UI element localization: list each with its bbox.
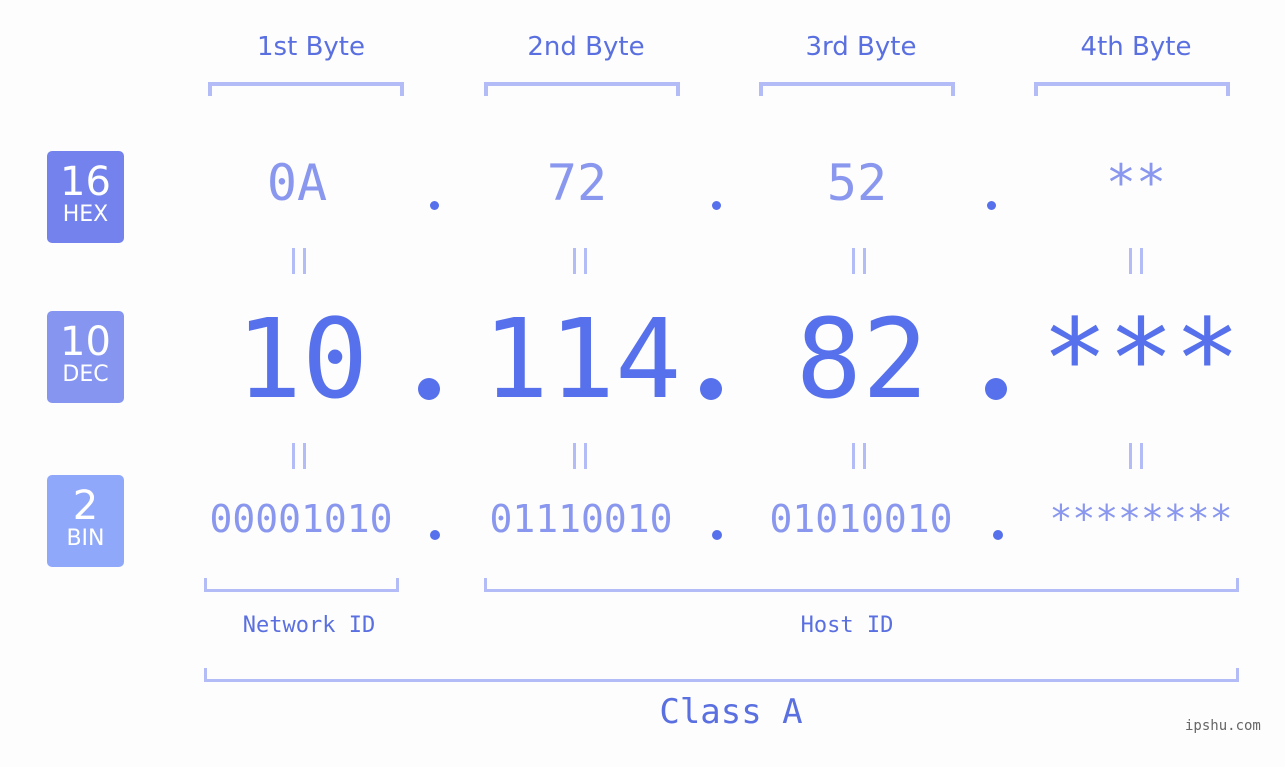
equals-icon bbox=[573, 248, 587, 274]
equals-icon bbox=[292, 443, 306, 469]
equals-icon bbox=[1129, 443, 1143, 469]
bin-separator-dot-2 bbox=[712, 530, 722, 540]
class-label: Class A bbox=[659, 692, 803, 732]
hex-byte-1: 0A bbox=[266, 154, 328, 212]
bin-base-label: BIN bbox=[66, 526, 105, 551]
hex-base-label: HEX bbox=[62, 202, 109, 227]
dec-base-number: 10 bbox=[60, 319, 111, 365]
hex-byte-3: 52 bbox=[826, 154, 888, 212]
dec-base-label: DEC bbox=[62, 362, 109, 387]
byte-label-3: 3rd Byte bbox=[805, 32, 917, 62]
bin-base-number: 2 bbox=[72, 483, 99, 529]
equals-icon bbox=[852, 248, 866, 274]
byte-bracket-4 bbox=[1034, 82, 1230, 96]
bin-badge: 2 BIN bbox=[47, 475, 124, 567]
hex-separator-dot-3 bbox=[987, 201, 996, 210]
byte-bracket-3 bbox=[759, 82, 955, 96]
equals-icon bbox=[573, 443, 587, 469]
byte-bracket-2 bbox=[484, 82, 680, 96]
hex-byte-2: 72 bbox=[546, 154, 608, 212]
host-id-label: Host ID bbox=[800, 613, 894, 638]
hex-byte-4: ** bbox=[1105, 154, 1167, 212]
byte-label-1: 1st Byte bbox=[257, 32, 365, 62]
bin-separator-dot-1 bbox=[430, 530, 440, 540]
network-id-bracket bbox=[204, 578, 399, 592]
dec-byte-2: 114 bbox=[482, 295, 682, 423]
byte-bracket-1 bbox=[208, 82, 404, 96]
class-bracket bbox=[204, 668, 1239, 682]
dec-separator-dot-2 bbox=[700, 378, 722, 400]
network-id-label: Network ID bbox=[242, 613, 376, 638]
equals-icon bbox=[852, 443, 866, 469]
dec-byte-1: 10 bbox=[235, 295, 369, 423]
host-id-bracket bbox=[484, 578, 1239, 592]
dec-byte-3: 82 bbox=[795, 295, 929, 423]
byte-label-4: 4th Byte bbox=[1080, 32, 1192, 62]
bin-byte-3: 01010010 bbox=[769, 497, 953, 541]
bin-byte-2: 01110010 bbox=[489, 497, 673, 541]
dec-badge: 10 DEC bbox=[47, 311, 124, 403]
hex-badge: 16 HEX bbox=[47, 151, 124, 243]
dec-separator-dot-3 bbox=[985, 378, 1007, 400]
watermark: ipshu.com bbox=[1185, 718, 1261, 734]
dec-byte-4: *** bbox=[1041, 295, 1241, 423]
equals-icon bbox=[1129, 248, 1143, 274]
bin-byte-1: 00001010 bbox=[209, 497, 393, 541]
byte-label-2: 2nd Byte bbox=[527, 32, 645, 62]
bin-byte-4: ******** bbox=[1049, 497, 1233, 541]
dec-separator-dot-1 bbox=[418, 378, 440, 400]
hex-base-number: 16 bbox=[60, 159, 111, 205]
bin-separator-dot-3 bbox=[993, 530, 1003, 540]
hex-separator-dot-2 bbox=[712, 201, 721, 210]
hex-separator-dot-1 bbox=[430, 201, 439, 210]
equals-icon bbox=[292, 248, 306, 274]
